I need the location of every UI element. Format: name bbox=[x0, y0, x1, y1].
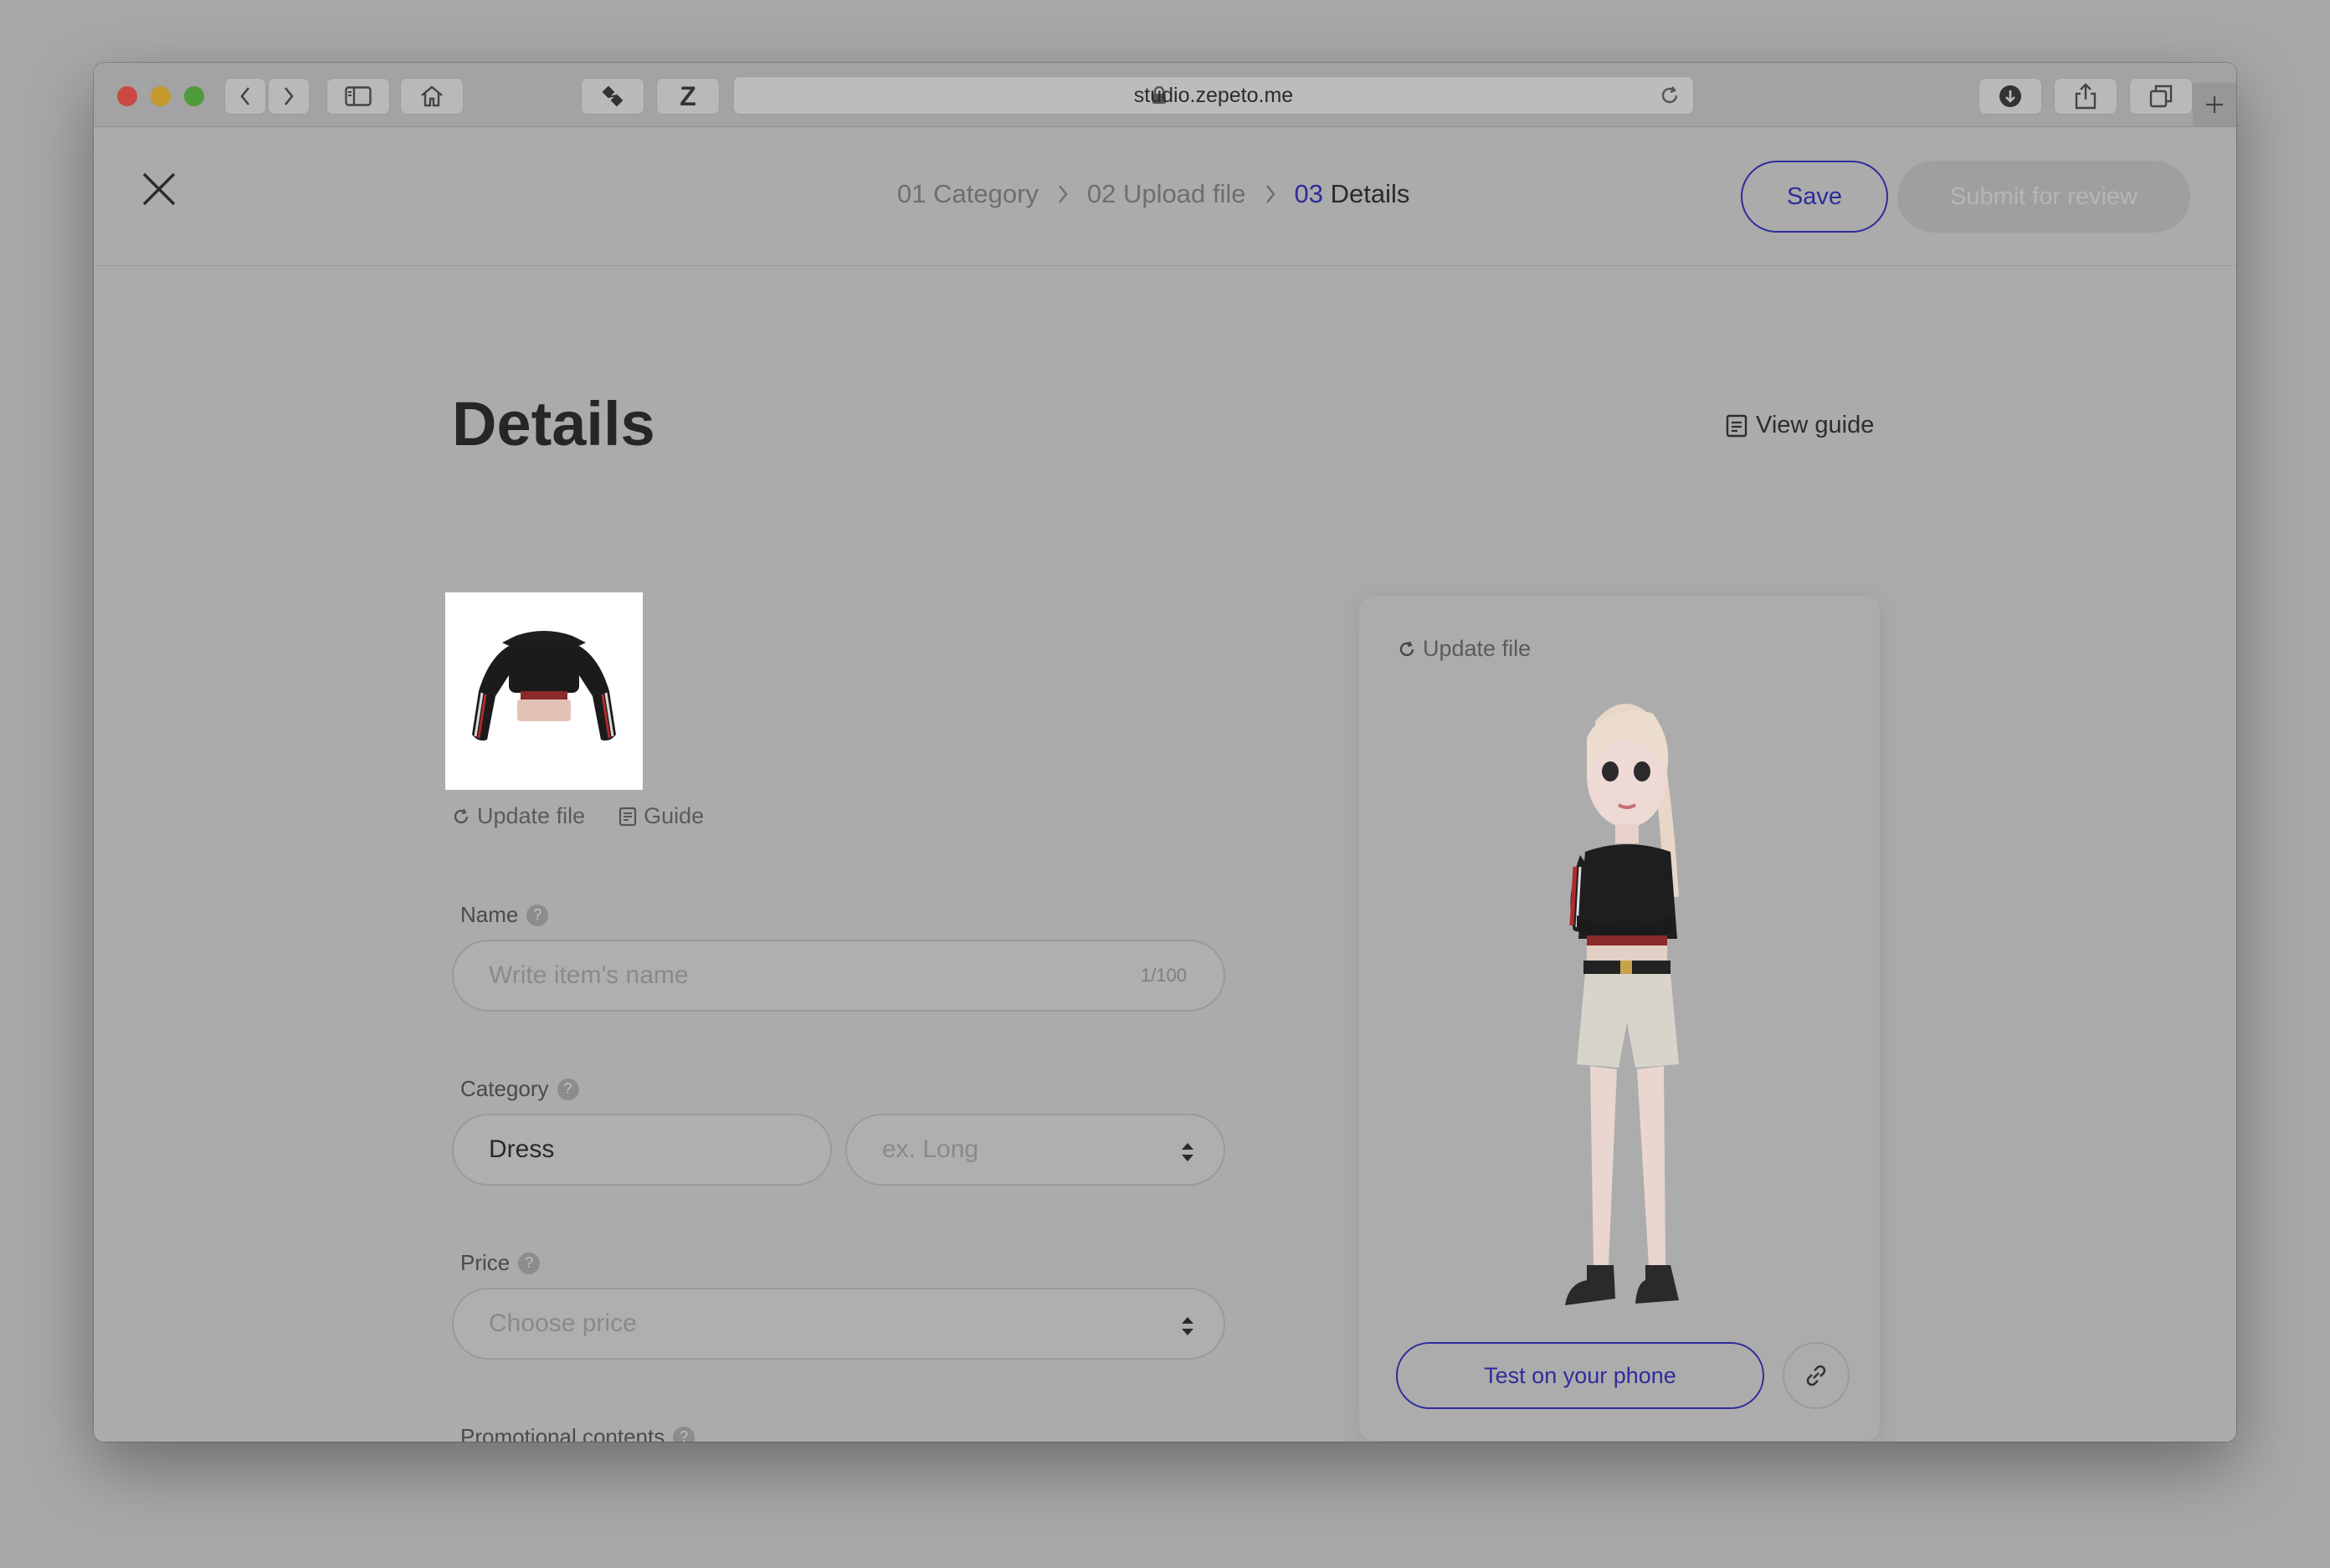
chevron-right-icon bbox=[1265, 183, 1276, 205]
name-placeholder: Write item's name bbox=[489, 961, 689, 989]
preview-update-file-link[interactable]: Update file bbox=[1398, 636, 1531, 662]
page-content: 01 Category 02 Upload file 03 Details Sa… bbox=[94, 127, 2236, 1442]
price-placeholder: Choose price bbox=[489, 1309, 637, 1337]
view-guide-label: View guide bbox=[1756, 412, 1875, 438]
name-char-counter: 1/100 bbox=[1140, 965, 1187, 986]
jacket-image bbox=[472, 631, 616, 741]
promotional-field-label: Promotional contents ? bbox=[460, 1424, 695, 1442]
download-icon bbox=[1999, 85, 2021, 107]
preview-update-file-label: Update file bbox=[1423, 636, 1532, 661]
chevron-right-icon bbox=[284, 87, 294, 105]
document-icon bbox=[618, 807, 637, 826]
help-icon[interactable]: ? bbox=[518, 1252, 541, 1274]
copy-link-button[interactable] bbox=[1783, 1342, 1850, 1409]
guide-label: Guide bbox=[644, 803, 705, 828]
refresh-icon bbox=[454, 808, 469, 823]
close-window-button[interactable] bbox=[117, 86, 137, 106]
file-actions: Update file Guide bbox=[452, 803, 704, 829]
zoom-window-button[interactable] bbox=[184, 86, 204, 106]
item-thumbnail bbox=[445, 592, 643, 790]
tabs-icon bbox=[2149, 85, 2173, 108]
minimize-window-button[interactable] bbox=[151, 86, 171, 106]
select-arrows-icon bbox=[1182, 1317, 1193, 1335]
document-icon bbox=[1726, 414, 1748, 437]
home-icon bbox=[421, 85, 443, 107]
plus-icon bbox=[2206, 96, 2223, 113]
view-guide-link[interactable]: View guide bbox=[1726, 412, 1874, 439]
subcategory-select[interactable]: ex. Long bbox=[845, 1114, 1225, 1186]
home-button[interactable] bbox=[400, 78, 464, 115]
name-input[interactable]: Write item's name 1/100 bbox=[452, 940, 1225, 1012]
link-icon bbox=[1806, 1365, 1826, 1386]
avatar-preview bbox=[1565, 703, 1679, 1305]
sidebar-button[interactable] bbox=[326, 78, 390, 115]
browser-window: Z studio.zepeto.me 01 Category 02 Upload bbox=[94, 63, 2236, 1442]
share-button[interactable] bbox=[2054, 78, 2117, 115]
browser-toolbar: Z studio.zepeto.me bbox=[94, 63, 2236, 127]
chevron-left-icon bbox=[240, 87, 250, 105]
update-file-link[interactable]: Update file bbox=[452, 803, 585, 829]
url-text: studio.zepeto.me bbox=[1133, 84, 1294, 107]
test-on-phone-button[interactable]: Test on your phone bbox=[1396, 1342, 1764, 1409]
category-select[interactable]: Dress bbox=[452, 1114, 832, 1186]
page-title: Details bbox=[452, 389, 655, 459]
page-header: 01 Category 02 Upload file 03 Details Sa… bbox=[94, 127, 2236, 266]
close-icon[interactable] bbox=[141, 171, 177, 208]
step-3-current: 03 Details bbox=[1294, 179, 1410, 208]
new-tab-button[interactable] bbox=[2193, 83, 2236, 126]
downloads-button[interactable] bbox=[1978, 78, 2042, 115]
tabs-button[interactable] bbox=[2129, 78, 2193, 115]
extension-icon bbox=[602, 85, 624, 107]
step-breadcrumb: 01 Category 02 Upload file 03 Details bbox=[897, 161, 1409, 228]
z-extension-label: Z bbox=[680, 80, 696, 111]
help-icon[interactable]: ? bbox=[526, 904, 549, 926]
share-icon bbox=[2075, 83, 2096, 110]
address-bar[interactable]: studio.zepeto.me bbox=[733, 76, 1694, 115]
step-2[interactable]: 02 Upload file bbox=[1087, 179, 1246, 209]
update-file-label: Update file bbox=[477, 803, 586, 828]
back-button[interactable] bbox=[224, 78, 266, 115]
step-1[interactable]: 01 Category bbox=[897, 179, 1039, 209]
name-field-label: Name ? bbox=[460, 902, 549, 928]
chevron-right-icon bbox=[1057, 183, 1069, 205]
subcategory-placeholder: ex. Long bbox=[882, 1135, 979, 1163]
price-field-label: Price ? bbox=[460, 1250, 541, 1276]
help-icon[interactable]: ? bbox=[673, 1426, 695, 1442]
refresh-icon bbox=[1399, 641, 1414, 656]
guide-link[interactable]: Guide bbox=[618, 803, 704, 829]
extension-button[interactable] bbox=[581, 78, 644, 115]
submit-for-review-button[interactable]: Submit for review bbox=[1897, 161, 2190, 233]
forward-button[interactable] bbox=[268, 78, 310, 115]
help-icon[interactable]: ? bbox=[557, 1078, 579, 1100]
category-value: Dress bbox=[489, 1135, 555, 1163]
reload-icon[interactable] bbox=[1659, 85, 1681, 106]
z-extension-button[interactable]: Z bbox=[656, 78, 720, 115]
sidebar-icon bbox=[345, 86, 372, 106]
category-field-label: Category ? bbox=[460, 1076, 579, 1102]
save-button[interactable]: Save bbox=[1741, 161, 1888, 233]
preview-card: Update file Test on your phone bbox=[1359, 596, 1880, 1441]
select-arrows-icon bbox=[1182, 1143, 1193, 1161]
price-select[interactable]: Choose price bbox=[452, 1288, 1225, 1360]
